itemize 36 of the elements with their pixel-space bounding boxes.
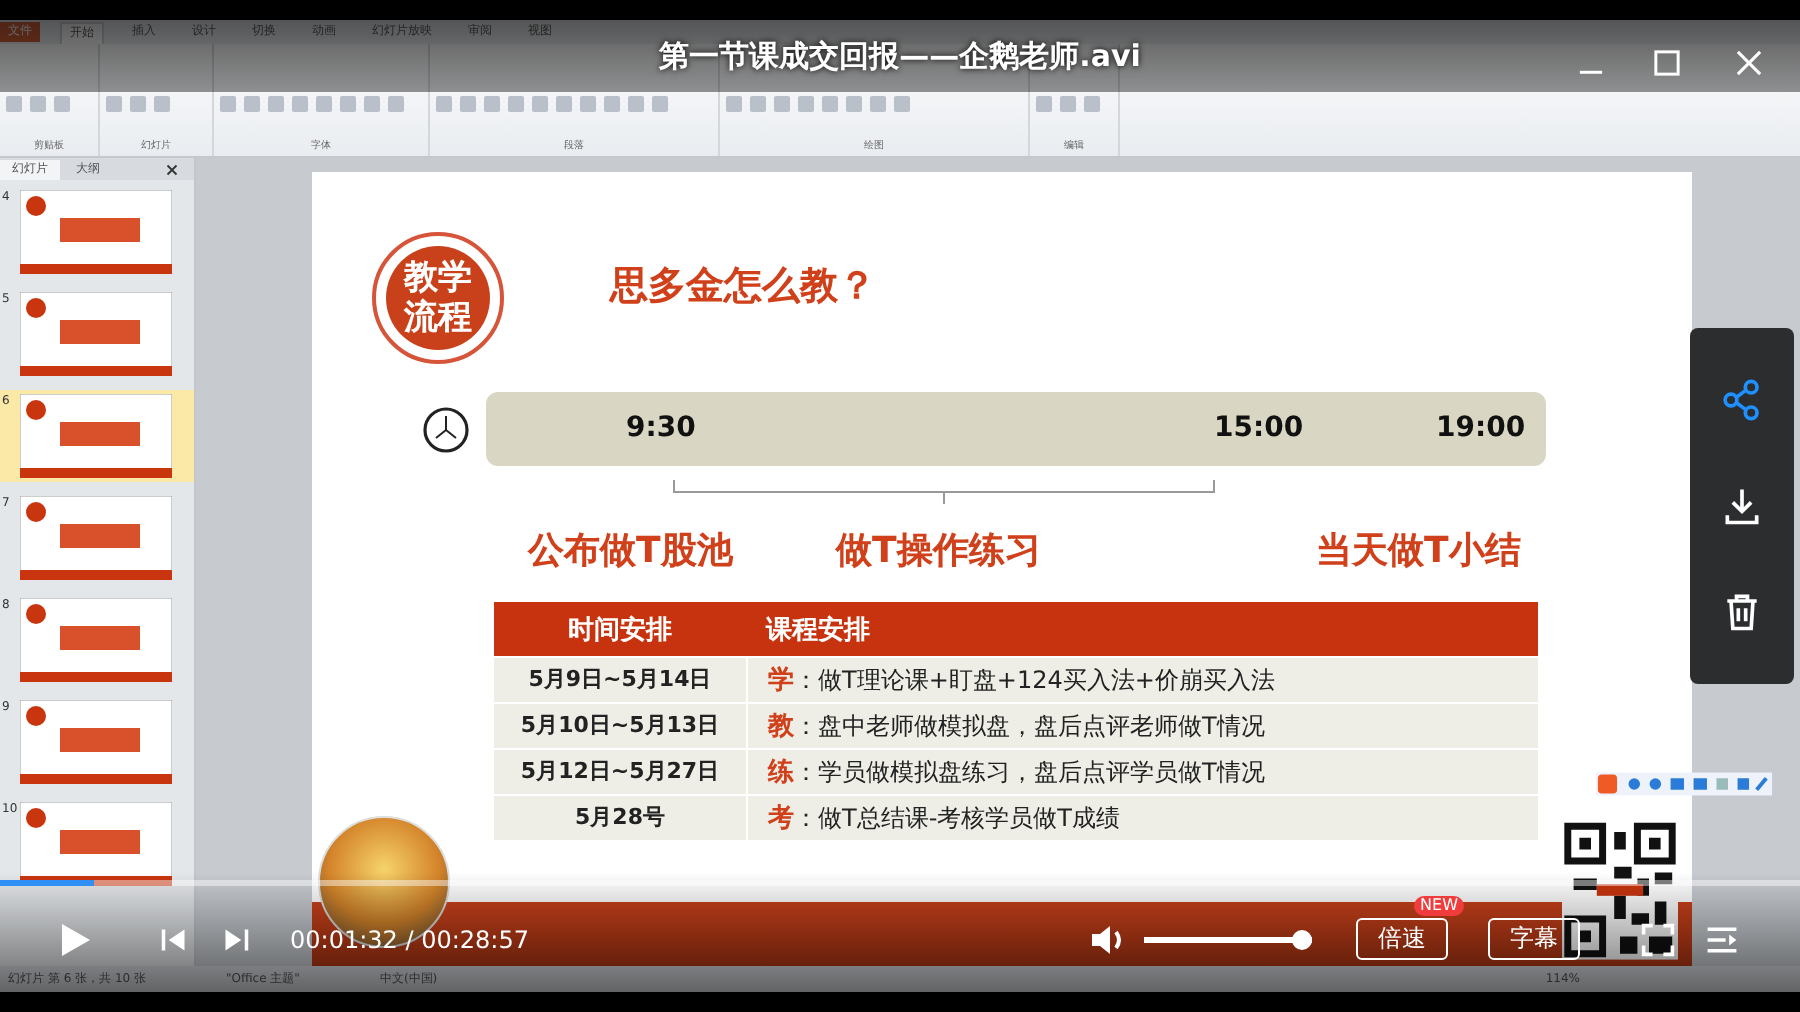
time-label: 15:00 xyxy=(1214,412,1304,444)
column-header: 时间安排 xyxy=(566,613,674,647)
date-cell: 5月28号 xyxy=(494,796,748,840)
fullscreen-icon[interactable] xyxy=(1640,921,1676,957)
previous-icon[interactable] xyxy=(160,925,188,953)
column-header: 课程安排 xyxy=(763,613,870,647)
time-label: 19:00 xyxy=(1436,412,1526,444)
close-icon[interactable] xyxy=(166,163,178,175)
new-badge: NEW xyxy=(1414,896,1464,916)
slide-thumbnail-drawing[interactable] xyxy=(20,598,172,682)
plan-cell-text: 学：做T理论课+盯盘+124买入法+价崩买入法 xyxy=(766,664,1275,698)
next-icon[interactable] xyxy=(222,925,250,953)
share-icon[interactable] xyxy=(1720,378,1764,423)
slide-thumbnail-drawing[interactable] xyxy=(20,802,172,886)
plan-cell-text: 考：做T总结课-考核学员做T成绩 xyxy=(766,802,1120,836)
volume-slider[interactable] xyxy=(1144,927,1312,951)
plan-cell-text: 练：学员做模拟盘练习，盘后点评学员做T情况 xyxy=(765,756,1265,790)
phase-label: 公布做T股池 xyxy=(528,528,733,574)
slide-thumbnail-drawing[interactable] xyxy=(20,394,172,478)
playlist-icon[interactable] xyxy=(1704,921,1740,957)
slide-thumbnail-drawing[interactable] xyxy=(20,496,172,580)
slide-thumbnail-drawing[interactable] xyxy=(20,700,172,784)
video-title: 第一节课成交回报——企鹅老师.avi xyxy=(659,37,1141,75)
player-button[interactable]: 字幕 xyxy=(1488,918,1580,960)
section-badge: 教学流程 xyxy=(386,246,490,350)
slide-thumbnail-drawing[interactable] xyxy=(20,292,172,376)
player-button[interactable]: 倍速 xyxy=(1356,918,1448,960)
time-label: 9:30 xyxy=(626,412,696,444)
plan-cell-text: 教：盘中老师做模拟盘，盘后点评老师做T情况 xyxy=(765,710,1265,744)
phase-label: 做T操作练习 xyxy=(836,528,1041,574)
playback-time: 00:01:32 / 00:28:57 xyxy=(290,925,529,953)
maximize-icon[interactable] xyxy=(1654,50,1680,76)
slide-title: 思多金怎么教？ xyxy=(610,262,876,312)
slide-thumbnail-drawing[interactable] xyxy=(20,190,172,274)
clock-icon xyxy=(422,405,470,453)
phase-label: 当天做T小结 xyxy=(1316,528,1521,574)
